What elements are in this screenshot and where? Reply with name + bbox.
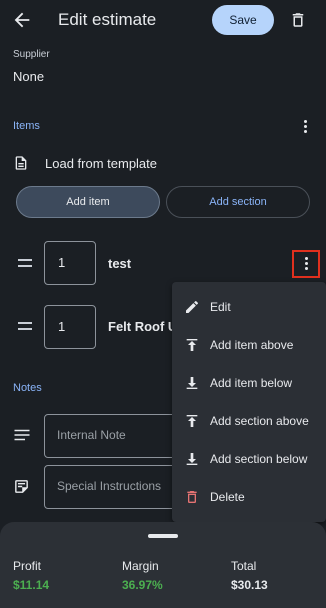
pencil-icon <box>186 300 198 313</box>
instructions-icon <box>15 480 28 493</box>
menu-item-add-section-below[interactable]: Add section below <box>172 440 326 478</box>
menu-item-label: Add section above <box>210 414 309 428</box>
trash-icon[interactable] <box>289 10 307 30</box>
quantity-field[interactable]: 1 <box>44 241 96 285</box>
load-from-template[interactable]: Load from template <box>45 156 157 171</box>
arrow-back-icon[interactable] <box>11 9 33 31</box>
menu-item-add-item-below[interactable]: Add item below <box>172 364 326 402</box>
internal-note-placeholder: Internal Note <box>57 428 126 442</box>
menu-item-delete[interactable]: Delete <box>172 478 326 516</box>
trash-icon <box>187 491 197 503</box>
notes-lines-icon <box>14 429 30 441</box>
add-item-button[interactable]: Add item <box>16 186 160 218</box>
quantity-field[interactable]: 1 <box>44 305 96 349</box>
menu-item-edit[interactable]: Edit <box>172 288 326 326</box>
menu-item-add-section-above[interactable]: Add section above <box>172 402 326 440</box>
menu-item-label: Edit <box>210 300 231 314</box>
menu-item-add-item-above[interactable]: Add item above <box>172 326 326 364</box>
profit-label: Profit <box>13 559 42 573</box>
drag-handle[interactable] <box>148 534 178 538</box>
drag-handle-icon[interactable] <box>18 259 32 267</box>
arrow-down-bar-icon <box>186 377 198 389</box>
items-more-icon[interactable] <box>297 118 313 134</box>
arrow-down-bar-icon <box>186 453 198 465</box>
total-value: $30.13 <box>231 578 268 592</box>
menu-item-label: Add section below <box>210 452 308 466</box>
menu-item-label: Add item below <box>210 376 293 390</box>
drag-handle-icon[interactable] <box>18 322 32 330</box>
add-section-button[interactable]: Add section <box>166 186 310 218</box>
profit-value: $11.14 <box>13 578 50 592</box>
margin-value: 36.97% <box>122 578 163 592</box>
item-context-menu: Edit Add item above Add item below Add s… <box>172 282 326 522</box>
page-title: Edit estimate <box>58 10 157 29</box>
document-icon <box>15 156 27 170</box>
menu-item-label: Delete <box>210 490 245 504</box>
items-section-label: Items <box>13 120 40 132</box>
item-name[interactable]: Felt Roof U <box>108 319 177 334</box>
arrow-up-bar-icon <box>186 415 198 427</box>
total-label: Total <box>231 559 257 573</box>
internal-note-field[interactable]: Internal Note <box>44 414 186 458</box>
arrow-up-bar-icon <box>186 339 198 351</box>
special-instructions-field[interactable]: Special Instructions <box>44 465 186 509</box>
highlight-box <box>292 250 320 278</box>
quantity-value: 1 <box>58 255 66 270</box>
margin-label: Margin <box>122 559 159 573</box>
special-instructions-placeholder: Special Instructions <box>57 479 162 493</box>
supplier-value[interactable]: None <box>13 69 44 84</box>
summary-sheet: Profit $11.14 Margin 36.97% Total $30.13 <box>0 522 326 608</box>
save-button[interactable]: Save <box>212 5 274 35</box>
notes-section-label: Notes <box>13 382 42 394</box>
quantity-value: 1 <box>58 319 66 334</box>
menu-item-label: Add item above <box>210 338 294 352</box>
item-name[interactable]: test <box>108 256 131 271</box>
supplier-label: Supplier <box>13 49 50 60</box>
top-app-bar: Edit estimate Save <box>0 0 326 40</box>
